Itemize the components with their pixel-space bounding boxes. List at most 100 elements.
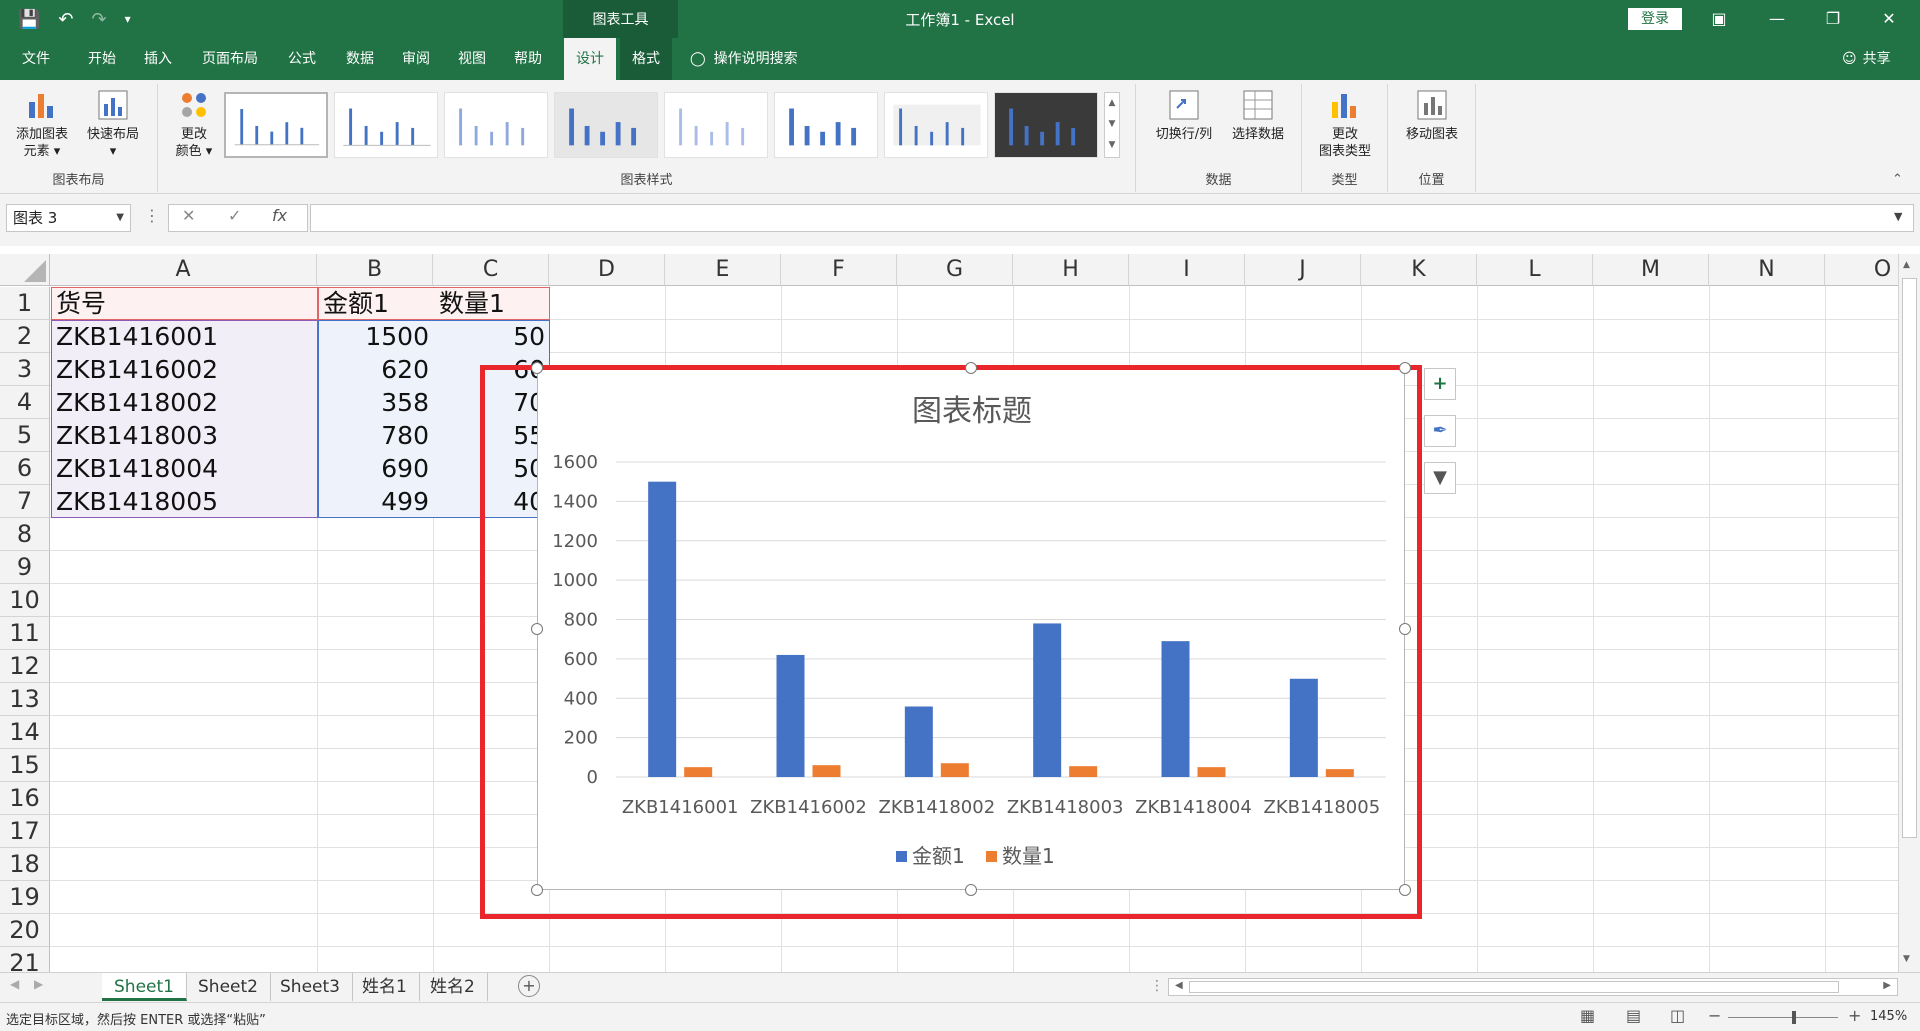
horizontal-scroll-thumb[interactable] bbox=[1189, 981, 1839, 993]
sheet-tab-sheet2[interactable]: Sheet2 bbox=[186, 973, 271, 1001]
table-row-cell[interactable]: ZKB1416001 bbox=[51, 320, 318, 353]
column-header-e[interactable]: E bbox=[665, 254, 781, 286]
tab-data[interactable]: 数据 bbox=[334, 38, 386, 80]
chart-styles-brush-icon[interactable]: ✒ bbox=[1424, 415, 1456, 447]
chart-style-5[interactable] bbox=[664, 92, 768, 158]
table-row-cell[interactable]: 620 bbox=[318, 353, 434, 386]
table-row-cell[interactable]: 499 bbox=[318, 485, 434, 518]
tab-page-layout[interactable]: 页面布局 bbox=[190, 38, 270, 80]
row-header-3[interactable]: 3 bbox=[0, 353, 50, 386]
table-row-cell[interactable]: ZKB1418004 bbox=[51, 452, 318, 485]
row-header-18[interactable]: 18 bbox=[0, 848, 50, 881]
column-header-f[interactable]: F bbox=[781, 254, 897, 286]
cancel-icon[interactable]: ✕ bbox=[182, 206, 195, 225]
vertical-scrollbar[interactable]: ▲ ▼ bbox=[1898, 254, 1920, 972]
chart-style-6[interactable] bbox=[774, 92, 878, 158]
tab-view[interactable]: 视图 bbox=[446, 38, 498, 80]
zoom-out-icon[interactable]: − bbox=[1708, 1006, 1721, 1025]
move-chart-button[interactable]: 移动图表 bbox=[1396, 88, 1468, 143]
table-row-cell[interactable]: 40 bbox=[434, 485, 550, 518]
chart-filters-funnel-icon[interactable]: ▼ bbox=[1424, 462, 1456, 494]
restore-icon[interactable]: ❐ bbox=[1810, 0, 1856, 38]
resize-handle-w[interactable] bbox=[531, 623, 543, 635]
add-sheet-icon[interactable]: + bbox=[518, 975, 540, 997]
tab-split-icon[interactable]: ⋮ bbox=[1150, 978, 1164, 994]
cell-a1[interactable]: 货号 bbox=[51, 287, 318, 320]
zoom-in-icon[interactable]: + bbox=[1848, 1006, 1861, 1025]
tab-review[interactable]: 审阅 bbox=[390, 38, 442, 80]
table-row-cell[interactable]: 780 bbox=[318, 419, 434, 452]
name-box-dropdown-icon[interactable]: ▼ bbox=[116, 205, 124, 231]
minimize-icon[interactable]: — bbox=[1754, 0, 1800, 38]
name-box[interactable]: 图表 3 ▼ bbox=[6, 204, 131, 232]
change-colors-button[interactable]: 更改 颜色 ▾ bbox=[170, 88, 218, 160]
row-header-4[interactable]: 4 bbox=[0, 386, 50, 419]
row-header-12[interactable]: 12 bbox=[0, 650, 50, 683]
resize-handle-s[interactable] bbox=[965, 884, 977, 896]
enter-icon[interactable]: ✓ bbox=[228, 206, 241, 225]
sheet-tab-name1[interactable]: 姓名1 bbox=[350, 973, 420, 1001]
customize-qat-icon[interactable]: ▾ bbox=[125, 12, 131, 26]
column-header-c[interactable]: C bbox=[433, 254, 549, 286]
column-header-d[interactable]: D bbox=[549, 254, 665, 286]
tab-file[interactable]: 文件 bbox=[10, 38, 62, 80]
row-header-17[interactable]: 17 bbox=[0, 815, 50, 848]
sheet-next-icon[interactable]: ▶ bbox=[34, 977, 43, 991]
tab-format[interactable]: 格式 bbox=[620, 38, 672, 80]
table-row-cell[interactable]: ZKB1418003 bbox=[51, 419, 318, 452]
scroll-down-icon[interactable]: ▼ bbox=[1903, 954, 1910, 964]
add-chart-element-button[interactable]: 添加图表 元素 ▾ bbox=[10, 88, 74, 160]
chart-object[interactable]: 图表标题 0 200 400 600 800 1000 1200 1400 1600 ZKB1416… bbox=[537, 368, 1405, 890]
row-header-19[interactable]: 19 bbox=[0, 881, 50, 914]
scroll-left-icon[interactable]: ◀ bbox=[1175, 980, 1183, 991]
chart-style-7[interactable] bbox=[884, 92, 988, 158]
column-header-h[interactable]: H bbox=[1013, 254, 1129, 286]
column-header-i[interactable]: I bbox=[1129, 254, 1245, 286]
tell-me-search[interactable]: ◯ 操作说明搜索 bbox=[690, 38, 798, 80]
sheet-tab-sheet3[interactable]: Sheet3 bbox=[268, 973, 353, 1001]
page-layout-view-icon[interactable]: ▤ bbox=[1626, 1006, 1641, 1025]
tab-formulas[interactable]: 公式 bbox=[276, 38, 328, 80]
table-row-cell[interactable]: 690 bbox=[318, 452, 434, 485]
change-chart-type-button[interactable]: 更改 图表类型 bbox=[1310, 88, 1380, 160]
login-button[interactable]: 登录 bbox=[1628, 8, 1682, 30]
horizontal-scrollbar[interactable]: ◀ ▶ bbox=[1168, 978, 1898, 996]
chart-style-3[interactable] bbox=[444, 92, 548, 158]
select-all-corner[interactable] bbox=[0, 254, 50, 286]
row-header-10[interactable]: 10 bbox=[0, 584, 50, 617]
save-icon[interactable]: 💾 bbox=[18, 9, 40, 30]
row-header-15[interactable]: 15 bbox=[0, 749, 50, 782]
chart-style-2[interactable] bbox=[334, 92, 438, 158]
chart-style-4[interactable] bbox=[554, 92, 658, 158]
row-header-9[interactable]: 9 bbox=[0, 551, 50, 584]
chart-elements-plus-icon[interactable]: + bbox=[1424, 368, 1456, 400]
column-header-j[interactable]: J bbox=[1245, 254, 1361, 286]
table-row-cell[interactable]: 358 bbox=[318, 386, 434, 419]
column-header-n[interactable]: N bbox=[1709, 254, 1825, 286]
table-row-cell[interactable]: 55 bbox=[434, 419, 550, 452]
tab-design[interactable]: 设计 bbox=[564, 38, 616, 80]
table-row-cell[interactable]: ZKB1416002 bbox=[51, 353, 318, 386]
resize-handle-ne[interactable] bbox=[1399, 362, 1411, 374]
column-header-k[interactable]: K bbox=[1361, 254, 1477, 286]
page-break-view-icon[interactable]: ◫ bbox=[1670, 1006, 1685, 1025]
close-icon[interactable]: ✕ bbox=[1866, 0, 1912, 38]
table-row-cell[interactable]: ZKB1418005 bbox=[51, 485, 318, 518]
undo-icon[interactable]: ↶ bbox=[58, 9, 73, 30]
zoom-level[interactable]: 145% bbox=[1870, 1009, 1907, 1024]
row-header-16[interactable]: 16 bbox=[0, 782, 50, 815]
row-header-13[interactable]: 13 bbox=[0, 683, 50, 716]
tab-help[interactable]: 帮助 bbox=[502, 38, 554, 80]
vertical-scroll-thumb[interactable] bbox=[1902, 278, 1917, 838]
row-header-20[interactable]: 20 bbox=[0, 914, 50, 947]
scroll-up-icon[interactable]: ▲ bbox=[1903, 260, 1910, 270]
resize-handle-se[interactable] bbox=[1399, 884, 1411, 896]
normal-view-icon[interactable]: ▦ bbox=[1580, 1006, 1595, 1025]
chart-style-8[interactable] bbox=[994, 92, 1098, 158]
resize-handle-e[interactable] bbox=[1399, 623, 1411, 635]
zoom-slider-thumb[interactable] bbox=[1792, 1011, 1796, 1024]
expand-formula-icon[interactable]: ▼ bbox=[1894, 210, 1902, 223]
row-header-2[interactable]: 2 bbox=[0, 320, 50, 353]
chart-style-1[interactable] bbox=[224, 92, 328, 158]
formula-input[interactable] bbox=[310, 204, 1914, 232]
